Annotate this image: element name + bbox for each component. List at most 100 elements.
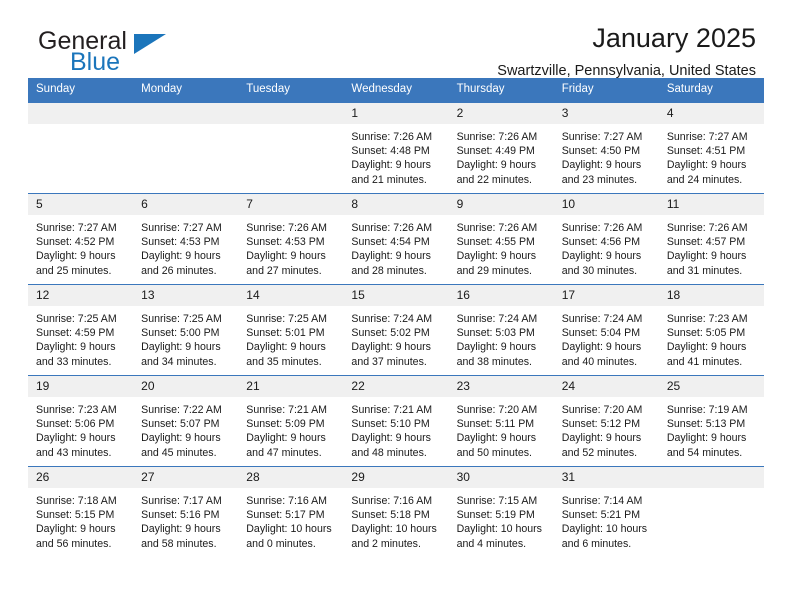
sunrise-text: Sunrise: 7:22 AM [141, 404, 222, 416]
calendar-day-cell-empty [133, 102, 239, 194]
daylight-text-line2: and 34 minutes. [141, 355, 217, 368]
calendar-day-cell[interactable]: 3 Sunrise: 7:27 AM Sunset: 4:50 PM Daylight… [553, 102, 659, 194]
sunrise-text: Sunrise: 7:18 AM [36, 495, 117, 507]
daylight-text-line2: and 26 minutes. [141, 264, 217, 277]
daylight-text-line1: Daylight: 9 hours [246, 250, 326, 263]
calendar-table: Sunday Monday Tuesday Wednesday Thursday… [28, 78, 764, 557]
calendar-day-cell[interactable]: 5 Sunrise: 7:27 AM Sunset: 4:52 PM Daylight… [28, 193, 134, 285]
daylight-text-line1: Daylight: 9 hours [351, 432, 431, 445]
sunset-text: Sunset: 5:03 PM [456, 327, 535, 340]
daylight-text-line1: Daylight: 9 hours [141, 432, 221, 445]
calendar-day-cell[interactable]: 6 Sunrise: 7:27 AM Sunset: 4:53 PM Daylight… [133, 193, 239, 285]
sunrise-text: Sunrise: 7:21 AM [351, 404, 433, 416]
calendar-day-cell[interactable]: 15 Sunrise: 7:24 AM Sunset: 5:02 PM Dayligh… [343, 284, 449, 376]
calendar-day-cell[interactable]: 21 Sunrise: 7:21 AM Sunset: 5:09 PM Dayligh… [238, 375, 344, 467]
calendar-day-cell[interactable]: 25 Sunrise: 7:19 AM Sunset: 5:13 PM Dayligh… [658, 375, 764, 467]
triangle-logo-icon [134, 34, 166, 54]
day-number: 20 [133, 376, 239, 397]
daylight-text-line2: and 4 minutes. [456, 537, 527, 550]
day-number: 4 [658, 103, 764, 124]
brand-logo[interactable]: General Blue [38, 28, 238, 76]
sunrise-text: Sunrise: 7:24 AM [456, 313, 538, 325]
calendar-day-cell[interactable]: 24 Sunrise: 7:20 AM Sunset: 5:12 PM Dayligh… [553, 375, 659, 467]
sunset-text: Sunset: 4:49 PM [456, 145, 535, 158]
sunrise-text: Sunrise: 7:16 AM [351, 495, 433, 507]
sunrise-text: Sunrise: 7:27 AM [666, 131, 748, 143]
day-number: 14 [238, 285, 344, 306]
calendar-day-cell[interactable]: 7 Sunrise: 7:26 AM Sunset: 4:53 PM Daylight… [238, 193, 344, 285]
calendar-day-cell[interactable]: 4 Sunrise: 7:27 AM Sunset: 4:51 PM Daylight… [658, 102, 764, 194]
day-number [238, 103, 344, 124]
calendar-day-cell[interactable]: 29 Sunrise: 7:16 AM Sunset: 5:18 PM Dayligh… [343, 466, 449, 557]
day-number: 31 [553, 467, 659, 488]
daylight-text-line1: Daylight: 9 hours [141, 523, 221, 536]
calendar-day-cell[interactable]: 17 Sunrise: 7:24 AM Sunset: 5:04 PM Dayligh… [553, 284, 659, 376]
sunset-text: Sunset: 5:09 PM [246, 418, 325, 431]
calendar-day-cell[interactable]: 16 Sunrise: 7:24 AM Sunset: 5:03 PM Dayligh… [448, 284, 554, 376]
day-number: 6 [133, 194, 239, 215]
calendar-day-cell[interactable]: 30 Sunrise: 7:15 AM Sunset: 5:19 PM Dayligh… [448, 466, 554, 557]
day-sun-info: Sunrise: 7:22 AM Sunset: 5:07 PM Daylight:… [133, 397, 238, 460]
calendar-day-cell[interactable]: 20 Sunrise: 7:22 AM Sunset: 5:07 PM Dayligh… [133, 375, 239, 467]
sunrise-text: Sunrise: 7:26 AM [246, 222, 327, 234]
daylight-text-line2: and 29 minutes. [456, 264, 532, 277]
day-sun-info: Sunrise: 7:25 AM Sunset: 5:01 PM Daylight:… [238, 306, 343, 369]
calendar-day-cell[interactable]: 10 Sunrise: 7:26 AM Sunset: 4:56 PM Dayligh… [553, 193, 659, 285]
day-number: 19 [28, 376, 134, 397]
calendar-day-cell[interactable]: 13 Sunrise: 7:25 AM Sunset: 5:00 PM Dayligh… [133, 284, 239, 376]
calendar-day-cell[interactable]: 2 Sunrise: 7:26 AM Sunset: 4:49 PM Daylight… [448, 102, 554, 194]
day-number: 23 [448, 376, 554, 397]
calendar-day-cell[interactable]: 23 Sunrise: 7:20 AM Sunset: 5:11 PM Dayligh… [448, 375, 554, 467]
day-sun-info: Sunrise: 7:26 AM Sunset: 4:53 PM Daylight:… [238, 215, 343, 278]
daylight-text-line1: Daylight: 9 hours [666, 432, 747, 445]
daylight-text-line2: and 21 minutes. [351, 173, 427, 186]
calendar-day-cell[interactable]: 26 Sunrise: 7:18 AM Sunset: 5:15 PM Dayligh… [28, 466, 134, 557]
calendar-day-cell[interactable]: 31 Sunrise: 7:14 AM Sunset: 5:21 PM Dayligh… [553, 466, 659, 557]
sunrise-text: Sunrise: 7:24 AM [351, 313, 433, 325]
calendar-day-cell[interactable]: 1 Sunrise: 7:26 AM Sunset: 4:48 PM Daylight… [343, 102, 449, 194]
calendar-day-cell[interactable]: 8 Sunrise: 7:26 AM Sunset: 4:54 PM Daylight… [343, 193, 449, 285]
sunset-text: Sunset: 4:53 PM [141, 236, 220, 249]
daylight-text-line1: Daylight: 9 hours [561, 432, 642, 445]
calendar-day-cell[interactable]: 14 Sunrise: 7:25 AM Sunset: 5:01 PM Dayligh… [238, 284, 344, 376]
calendar-day-cell[interactable]: 27 Sunrise: 7:17 AM Sunset: 5:16 PM Dayligh… [133, 466, 239, 557]
daylight-text-line1: Daylight: 9 hours [36, 341, 116, 354]
day-number: 16 [448, 285, 554, 306]
daylight-text-line2: and 58 minutes. [141, 537, 217, 550]
weekday-header-tuesday: Tuesday [238, 78, 344, 103]
daylight-text-line1: Daylight: 9 hours [351, 159, 431, 172]
calendar-day-cell[interactable]: 28 Sunrise: 7:16 AM Sunset: 5:17 PM Dayligh… [238, 466, 344, 557]
day-number: 29 [343, 467, 449, 488]
daylight-text-line1: Daylight: 9 hours [561, 159, 642, 172]
calendar-day-cell[interactable]: 18 Sunrise: 7:23 AM Sunset: 5:05 PM Dayligh… [658, 284, 764, 376]
calendar-day-cell[interactable]: 22 Sunrise: 7:21 AM Sunset: 5:10 PM Dayligh… [343, 375, 449, 467]
sunrise-text: Sunrise: 7:24 AM [561, 313, 643, 325]
day-number: 8 [343, 194, 449, 215]
sunset-text: Sunset: 5:07 PM [141, 418, 220, 431]
day-sun-info: Sunrise: 7:26 AM Sunset: 4:54 PM Daylight:… [343, 215, 448, 278]
calendar-day-cell-empty [658, 466, 764, 557]
calendar-day-cell[interactable]: 11 Sunrise: 7:26 AM Sunset: 4:57 PM Dayligh… [658, 193, 764, 285]
day-number [28, 103, 134, 124]
daylight-text-line1: Daylight: 9 hours [246, 341, 326, 354]
daylight-text-line2: and 22 minutes. [456, 173, 532, 186]
calendar-day-cell[interactable]: 9 Sunrise: 7:26 AM Sunset: 4:55 PM Daylight… [448, 193, 554, 285]
calendar-day-cell[interactable]: 19 Sunrise: 7:23 AM Sunset: 5:06 PM Dayligh… [28, 375, 134, 467]
calendar-week-row: 19 Sunrise: 7:23 AM Sunset: 5:06 PM Dayligh… [28, 375, 764, 467]
day-number: 7 [238, 194, 344, 215]
day-number: 10 [553, 194, 659, 215]
day-sun-info: Sunrise: 7:23 AM Sunset: 5:06 PM Daylight:… [28, 397, 133, 460]
daylight-text-line2: and 41 minutes. [666, 355, 743, 368]
daylight-text-line2: and 25 minutes. [36, 264, 112, 277]
weekday-header-sunday: Sunday [28, 78, 134, 103]
sunrise-text: Sunrise: 7:17 AM [141, 495, 222, 507]
sunset-text: Sunset: 4:59 PM [36, 327, 115, 340]
calendar-day-cell[interactable]: 12 Sunrise: 7:25 AM Sunset: 4:59 PM Dayligh… [28, 284, 134, 376]
day-sun-info: Sunrise: 7:17 AM Sunset: 5:16 PM Daylight:… [133, 488, 238, 551]
daylight-text-line2: and 2 minutes. [351, 537, 421, 550]
sunset-text: Sunset: 4:55 PM [456, 236, 535, 249]
day-sun-info: Sunrise: 7:15 AM Sunset: 5:19 PM Daylight:… [449, 488, 554, 551]
sunrise-text: Sunrise: 7:14 AM [561, 495, 643, 507]
sunset-text: Sunset: 5:17 PM [246, 509, 325, 522]
sunrise-text: Sunrise: 7:19 AM [666, 404, 748, 416]
